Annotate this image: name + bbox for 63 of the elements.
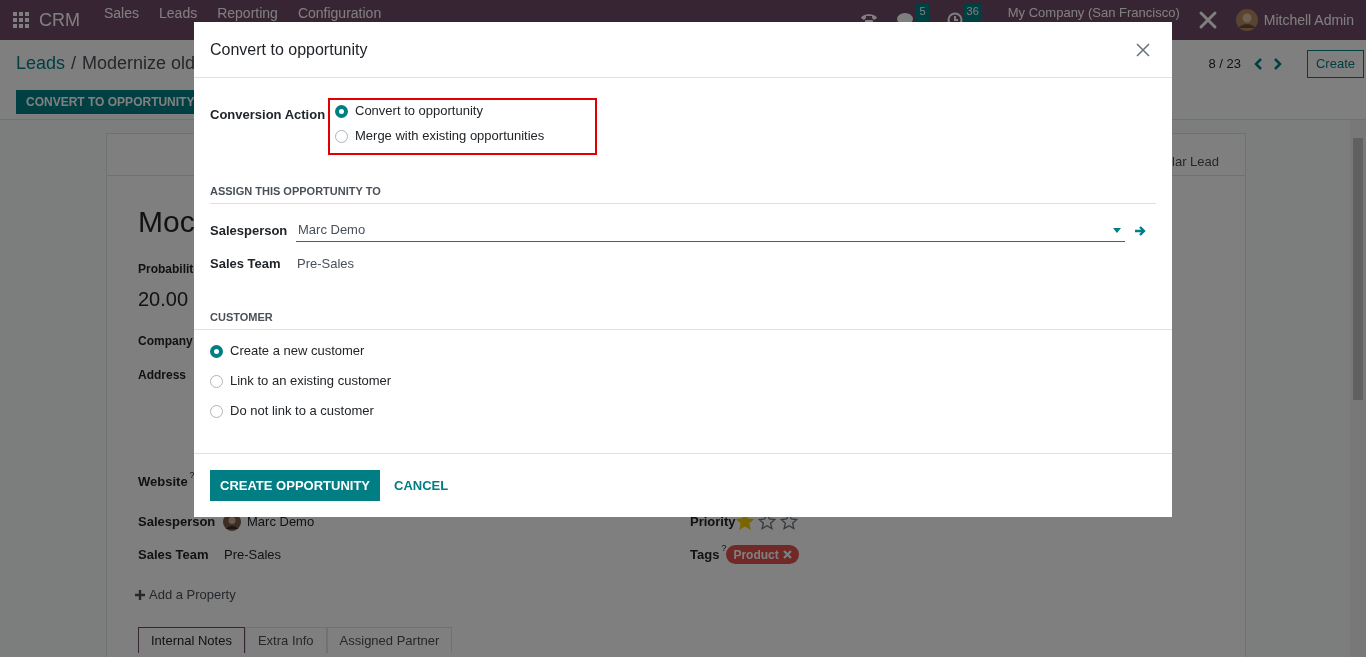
field-label: Sales Team <box>138 545 209 564</box>
section-heading: ASSIGN THIS OPPORTUNITY TO <box>210 185 381 197</box>
field-label: Salesperson <box>210 221 289 240</box>
radio-option[interactable]: Merge with existing opportunities <box>335 127 595 145</box>
field-label: Salesperson <box>138 512 216 531</box>
add-property-link[interactable]: Add a Property <box>135 585 236 605</box>
pager-value: 8 / 23 <box>1208 54 1241 73</box>
tab[interactable]: Extra Info <box>244 627 327 654</box>
field-label: Priority <box>690 512 736 531</box>
previous-icon[interactable] <box>1252 56 1263 71</box>
field-value: Pre-Sales <box>297 254 355 273</box>
section-heading: CUSTOMER <box>210 311 273 323</box>
breadcrumb-link[interactable]: Leads <box>16 50 66 77</box>
tag-label: Product <box>733 546 779 564</box>
help-mark[interactable]: ? <box>189 469 195 483</box>
field-label: Conversion Action <box>210 106 327 124</box>
menu-item[interactable]: Configuration <box>287 6 392 20</box>
field-label: Address <box>138 367 187 384</box>
field-label: Tags <box>690 545 720 564</box>
create-opportunity-button[interactable]: CREATE OPPORTUNITY <box>210 470 380 501</box>
stage-label[interactable]: lar Lead <box>1172 151 1219 172</box>
next-icon[interactable] <box>1272 56 1283 71</box>
radio-button[interactable] <box>210 404 223 418</box>
cancel-button[interactable]: CANCEL <box>384 470 459 501</box>
radio-button[interactable] <box>335 129 348 143</box>
help-mark[interactable]: ? <box>721 541 727 556</box>
radio-button[interactable] <box>210 344 223 358</box>
radio-option[interactable]: Do not link to a customer <box>210 401 1156 421</box>
create-button[interactable]: Create <box>1306 49 1364 78</box>
dialog-title: Convert to opportunity <box>210 39 368 60</box>
field-label: Company <box>138 333 193 350</box>
menu-item[interactable]: Leads <box>149 6 208 20</box>
field-value: Pre-Sales <box>224 545 282 564</box>
plus-icon <box>135 589 145 600</box>
radio-button[interactable] <box>335 104 348 118</box>
remove-icon[interactable] <box>782 550 792 559</box>
field-label: Website <box>138 473 188 491</box>
field-label: Sales Team <box>210 254 282 273</box>
menu-item[interactable]: Reporting <box>207 6 288 20</box>
radio-button[interactable] <box>210 374 223 388</box>
user-name[interactable]: Mitchell Admin <box>1263 9 1354 31</box>
breadcrumb-separator: / <box>71 52 77 75</box>
close-icon[interactable] <box>1136 42 1150 57</box>
record-title: Moc <box>138 204 195 240</box>
field-label: Probabilit <box>138 261 194 278</box>
radio-option[interactable]: Convert to opportunity <box>335 102 595 120</box>
breadcrumb-current: Modernize old <box>82 52 196 75</box>
app-menu-icon[interactable] <box>13 12 29 28</box>
dropdown-caret-icon[interactable] <box>1113 227 1121 233</box>
company-switcher[interactable]: My Company (San Francisco) <box>1007 6 1180 19</box>
salesperson-field[interactable]: Marc Demo <box>296 219 1125 242</box>
scrollbar[interactable] <box>1350 120 1366 657</box>
tab[interactable]: Internal Notes <box>138 627 245 654</box>
radio-option[interactable]: Link to an existing customer <box>210 371 1156 391</box>
radio-option[interactable]: Create a new customer <box>210 341 1156 361</box>
field-value: Marc Demo <box>247 512 315 531</box>
tag-chip[interactable]: Product <box>726 545 799 564</box>
tab[interactable]: Assigned Partner <box>326 627 453 654</box>
internal-link-icon[interactable] <box>1134 224 1146 237</box>
user-avatar[interactable] <box>1235 9 1258 31</box>
field-value: 20.00 <box>138 287 189 312</box>
menu-item[interactable]: Sales <box>94 6 150 20</box>
app-name[interactable]: CRM <box>39 6 80 34</box>
